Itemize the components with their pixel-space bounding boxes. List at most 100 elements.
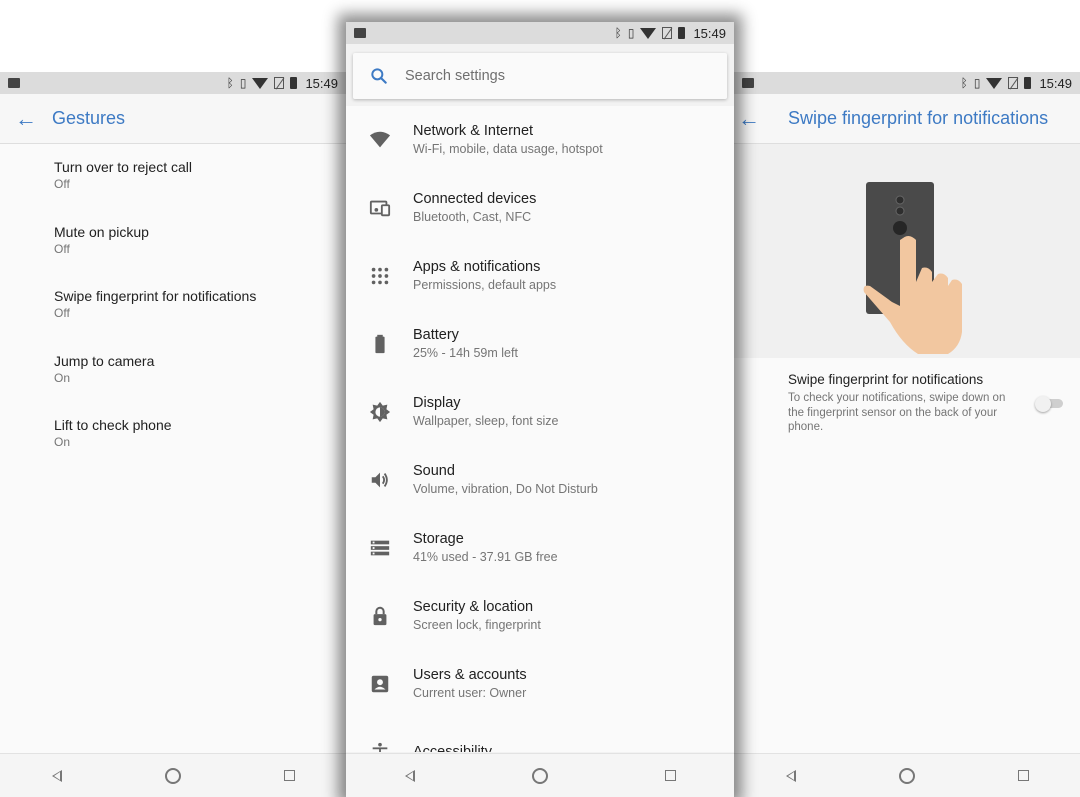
- setting-subtitle: Volume, vibration, Do Not Disturb: [413, 482, 598, 496]
- settings-item-accessibility[interactable]: Accessibility: [346, 718, 734, 752]
- setting-subtitle: Permissions, default apps: [413, 278, 557, 292]
- wifi-signal-icon: [252, 77, 269, 89]
- vibrate-icon: ▯: [627, 26, 635, 40]
- wifi-signal-icon: [640, 27, 657, 39]
- brightness-icon: [346, 401, 413, 423]
- status-bar: ᛒ ▯ 15:49: [0, 72, 346, 94]
- status-time: 15:49: [305, 75, 338, 91]
- page-title: Gestures: [52, 108, 126, 128]
- gestures-screen: ᛒ ▯ 15:49 ← Gestures Turn over to reject…: [0, 72, 346, 797]
- settings-item-network[interactable]: Network & Internet Wi-Fi, mobile, data u…: [346, 106, 734, 174]
- fingerprint-sensor-shape: [893, 221, 907, 235]
- battery-status-icon: [678, 27, 686, 39]
- status-bar: ᛒ ▯ 15:49: [346, 22, 734, 44]
- nav-home-icon[interactable]: [898, 767, 915, 784]
- setting-subtitle: Wallpaper, sleep, font size: [413, 414, 559, 428]
- settings-item-storage[interactable]: Storage 41% used - 37.91 GB free: [346, 514, 734, 582]
- settings-item-users[interactable]: Users & accounts Current user: Owner: [346, 650, 734, 718]
- search-placeholder: Search settings: [405, 68, 505, 84]
- setting-title: Network & Internet: [413, 123, 534, 139]
- photo-notification-icon: [354, 28, 366, 38]
- navigation-bar: [0, 753, 346, 797]
- gesture-value: On: [54, 435, 71, 449]
- account-icon: [346, 673, 413, 695]
- setting-subtitle: Bluetooth, Cast, NFC: [413, 210, 532, 224]
- fingerprint-illustration: [734, 144, 1080, 358]
- setting-title: Users & accounts: [413, 667, 527, 683]
- status-time: 15:49: [693, 25, 726, 41]
- gesture-title: Lift to check phone: [54, 417, 172, 433]
- no-sim-icon: [662, 27, 673, 39]
- no-sim-icon: [274, 77, 285, 89]
- bluetooth-icon: ᛒ: [960, 76, 968, 90]
- gesture-list: Turn over to reject call Off Mute on pic…: [0, 156, 346, 479]
- setting-title: Apps & notifications: [413, 259, 541, 275]
- back-arrow-icon[interactable]: ←: [734, 106, 764, 132]
- settings-screen: ᛒ ▯ 15:49 Search settings Network & Inte…: [346, 22, 734, 797]
- storage-icon: [346, 537, 413, 559]
- nav-back-icon[interactable]: [51, 769, 62, 782]
- setting-subtitle: Current user: Owner: [413, 686, 527, 700]
- gesture-item-turn-over[interactable]: Turn over to reject call Off: [0, 156, 346, 221]
- gesture-value: Off: [54, 306, 70, 320]
- battery-status-icon: [1024, 77, 1032, 89]
- status-time: 15:49: [1039, 75, 1072, 91]
- search-settings-bar[interactable]: Search settings: [353, 53, 727, 99]
- navigation-bar: [734, 753, 1080, 797]
- nav-home-icon[interactable]: [531, 767, 548, 784]
- battery-status-icon: [290, 77, 298, 89]
- app-bar: ← Gestures: [0, 94, 346, 144]
- back-arrow-icon[interactable]: ←: [0, 106, 52, 132]
- settings-item-connected-devices[interactable]: Connected devices Bluetooth, Cast, NFC: [346, 174, 734, 242]
- search-icon: [353, 66, 405, 86]
- nav-recents-icon[interactable]: [283, 770, 295, 781]
- battery-icon: [346, 333, 413, 355]
- setting-title: Security & location: [413, 599, 534, 615]
- photo-notification-icon: [742, 78, 754, 88]
- vibrate-icon: ▯: [973, 76, 981, 90]
- fingerprint-toggle-switch[interactable]: [1035, 396, 1063, 412]
- gesture-item-swipe-fingerprint[interactable]: Swipe fingerprint for notifications Off: [0, 285, 346, 350]
- wifi-icon: [346, 129, 413, 151]
- gesture-item-mute-on-pickup[interactable]: Mute on pickup Off: [0, 221, 346, 286]
- setting-subtitle: Wi-Fi, mobile, data usage, hotspot: [413, 142, 603, 156]
- settings-item-display[interactable]: Display Wallpaper, sleep, font size: [346, 378, 734, 446]
- accessibility-icon: [346, 741, 413, 752]
- setting-subtitle: Screen lock, fingerprint: [413, 618, 541, 632]
- nav-recents-icon[interactable]: [664, 770, 676, 781]
- nav-back-icon[interactable]: [404, 769, 415, 782]
- setting-subtitle: 41% used - 37.91 GB free: [413, 550, 558, 564]
- settings-item-battery[interactable]: Battery 25% - 14h 59m left: [346, 310, 734, 378]
- lock-icon: [346, 605, 413, 627]
- devices-icon: [346, 197, 413, 219]
- nav-recents-icon[interactable]: [1017, 770, 1029, 781]
- gesture-value: On: [54, 370, 71, 385]
- nav-home-icon[interactable]: [164, 767, 181, 784]
- vibrate-icon: ▯: [239, 76, 247, 90]
- phone-hand-illustration: [863, 182, 962, 354]
- gesture-value: Off: [54, 177, 70, 191]
- page-title: Swipe fingerprint for notifications: [788, 108, 1049, 128]
- gesture-value: Off: [54, 241, 70, 256]
- status-bar: ᛒ ▯ 15:49: [734, 72, 1080, 94]
- setting-title: Storage: [413, 531, 464, 547]
- nav-back-icon[interactable]: [785, 769, 796, 782]
- settings-item-sound[interactable]: Sound Volume, vibration, Do Not Disturb: [346, 446, 734, 514]
- gesture-item-jump-to-camera[interactable]: Jump to camera On: [0, 350, 346, 415]
- gesture-title: Jump to camera: [54, 352, 155, 369]
- settings-list: Network & Internet Wi-Fi, mobile, data u…: [346, 106, 734, 752]
- gesture-item-lift-to-check[interactable]: Lift to check phone On: [0, 414, 346, 479]
- setting-title: Sound: [413, 463, 455, 479]
- apps-grid-icon: [346, 265, 413, 287]
- setting-title: Swipe fingerprint for notifications: [788, 372, 984, 387]
- settings-item-apps[interactable]: Apps & notifications Permissions, defaul…: [346, 242, 734, 310]
- gesture-title: Mute on pickup: [54, 223, 149, 240]
- gesture-title: Turn over to reject call: [54, 159, 192, 175]
- setting-title: Connected devices: [413, 191, 537, 207]
- no-sim-icon: [1008, 77, 1019, 89]
- photo-notification-icon: [8, 78, 20, 88]
- gesture-title: Swipe fingerprint for notifications: [54, 288, 257, 304]
- setting-title: Display: [413, 395, 461, 411]
- app-bar: ← Swipe fingerprint for notifications: [734, 94, 1080, 144]
- settings-item-security[interactable]: Security & location Screen lock, fingerp…: [346, 582, 734, 650]
